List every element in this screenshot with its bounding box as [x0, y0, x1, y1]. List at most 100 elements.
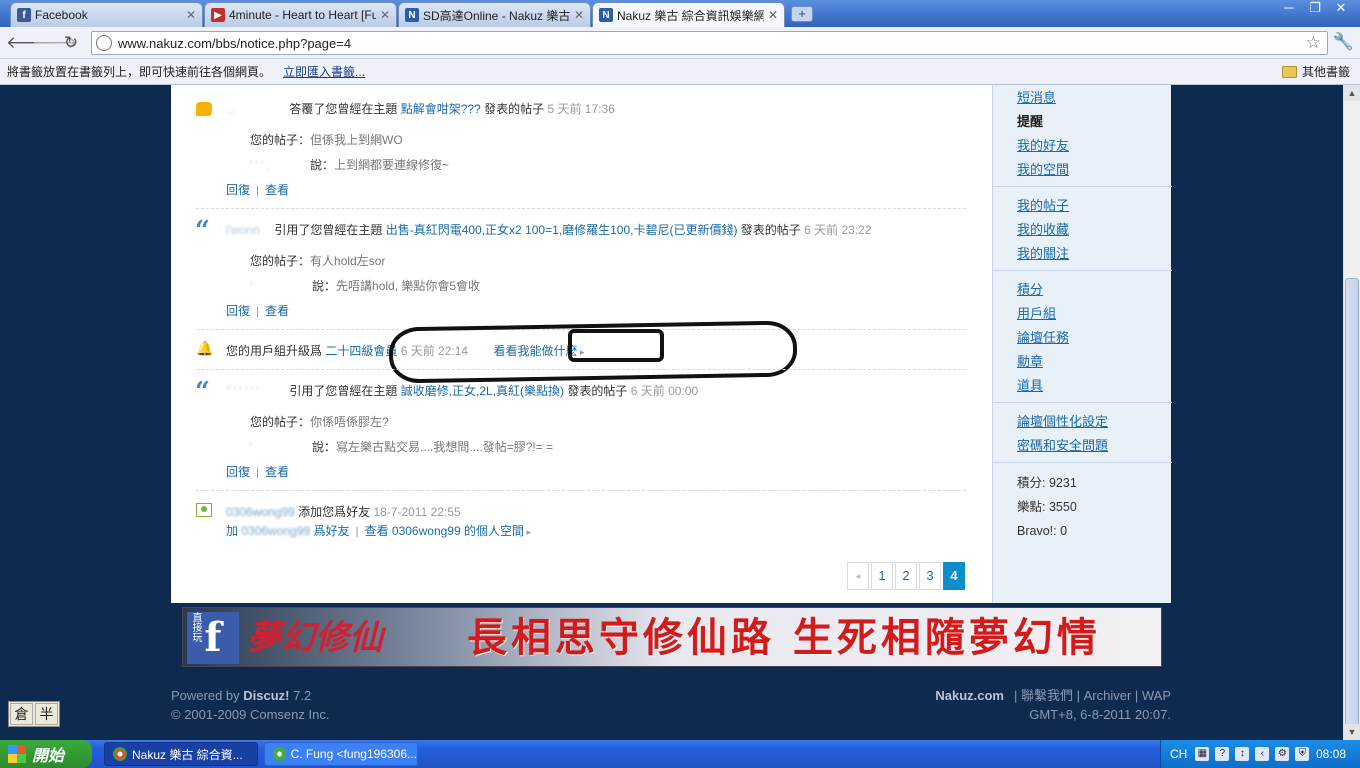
- stat-label: Bravo!: [1017, 524, 1054, 538]
- tray-expand-icon[interactable]: ‹: [1255, 747, 1270, 761]
- sidebar-item-tasks[interactable]: 論壇任務: [1017, 330, 1069, 345]
- sidebar-item-notices-active[interactable]: 提醒: [1017, 110, 1069, 134]
- back-icon[interactable]: 🡐: [6, 32, 52, 54]
- scrollbar[interactable]: ▲ ▼: [1343, 85, 1360, 740]
- url-input[interactable]: [118, 35, 1306, 51]
- notice-user[interactable]: '' ' ' ' ' ': [226, 384, 286, 398]
- taskbar: 開始 Nakuz 樂古 綜合資... C. Fung <fung196306..…: [0, 740, 1360, 768]
- add-friend-user[interactable]: 0306wong99: [241, 524, 310, 538]
- sidebar-item-following[interactable]: 我的關注: [1017, 246, 1069, 261]
- start-button[interactable]: 開始: [0, 740, 92, 768]
- sidebar-item-messages[interactable]: 短消息: [1017, 90, 1056, 105]
- system-tray: CH ▦ ? ↕ ‹ ⚙ ⛨ 08:08: [1160, 740, 1360, 768]
- page-2[interactable]: 2: [895, 562, 917, 590]
- tab-nakuz[interactable]: N Nakuz 樂古 綜合資訊娛樂網 ✕: [592, 2, 785, 27]
- network-icon[interactable]: ↕: [1235, 747, 1250, 761]
- scroll-up-icon[interactable]: ▲: [1344, 85, 1360, 101]
- notice-said: ' ' ' . 說：上到網都要連線修復~: [250, 156, 449, 173]
- close-icon[interactable]: ✕: [574, 8, 584, 22]
- notice-actions: 回復 | 查看: [226, 465, 290, 479]
- minimize-icon[interactable]: ─: [1276, 0, 1302, 18]
- notice-header: ... 答覆了您曾經在主題 點解會咁架??? 發表的帖子 5 天前 17:36: [226, 100, 615, 117]
- user-group-link[interactable]: 二十四級會員: [325, 344, 397, 358]
- powered-prefix: Powered by: [171, 688, 240, 703]
- close-icon[interactable]: ✕: [380, 8, 390, 22]
- page-4-current[interactable]: 4: [943, 562, 965, 590]
- taskbar-item-messenger[interactable]: C. Fung <fung196306...: [264, 742, 418, 766]
- reply-link[interactable]: 回復: [226, 465, 250, 479]
- taskbar-item-chrome[interactable]: Nakuz 樂古 綜合資...: [104, 742, 258, 766]
- ad-banner[interactable]: f 直接玩 夢幻修仙 長相思守修仙路 生死相隨夢幻情: [182, 607, 1162, 667]
- sidebar-item-friends[interactable]: 我的好友: [1017, 138, 1069, 153]
- notice-topic-link[interactable]: 誠收磨修,正女,2L,真紅(樂點換): [401, 384, 564, 398]
- scroll-down-icon[interactable]: ▼: [1344, 724, 1360, 740]
- import-bookmarks-link[interactable]: 立即匯入書籤...: [283, 63, 365, 80]
- sidebar-item-space[interactable]: 我的空間: [1017, 162, 1069, 177]
- tab-youtube[interactable]: ▶ 4minute - Heart to Heart [Full HD] ✕: [204, 2, 397, 27]
- address-bar[interactable]: ☆: [91, 31, 1328, 55]
- notice-topic-link[interactable]: 點解會咁架???: [401, 102, 481, 116]
- server-time: GMT+8, 6-8-2011 20:07.: [1029, 707, 1171, 722]
- tab-sd-gundam[interactable]: N SD高達Online - Nakuz 樂古 綜合資訊 ✕: [398, 2, 591, 27]
- tab-facebook[interactable]: f Facebook ✕: [10, 2, 203, 27]
- close-icon[interactable]: ✕: [768, 8, 778, 22]
- ime-width[interactable]: 半: [35, 703, 58, 725]
- wrench-icon[interactable]: 🔧: [1333, 32, 1354, 52]
- reply-link[interactable]: 回復: [226, 183, 250, 197]
- window-controls: ─ ❐ ✕: [1276, 0, 1354, 18]
- said-user[interactable]: ' ' ' .: [250, 158, 310, 172]
- scroll-thumb[interactable]: [1345, 278, 1359, 726]
- view-link[interactable]: 查看: [265, 183, 289, 197]
- page-1[interactable]: 1: [871, 562, 893, 590]
- view-link[interactable]: 查看: [265, 304, 289, 318]
- notice-time: 5 天前 17:36: [547, 102, 615, 116]
- stat-label: 積分: [1017, 476, 1043, 490]
- reload-icon[interactable]: ↻: [60, 32, 82, 54]
- folder-icon: [1281, 65, 1297, 78]
- forward-icon[interactable]: 🡒: [32, 32, 78, 54]
- sidebar-item-security[interactable]: 密碼和安全問題: [1017, 438, 1108, 453]
- sidebar-item-favorites[interactable]: 我的收藏: [1017, 222, 1069, 237]
- language-indicator[interactable]: CH: [1170, 747, 1187, 761]
- sidebar-item-user-group[interactable]: 用戶組: [1017, 306, 1056, 321]
- maximize-icon[interactable]: ❐: [1302, 0, 1328, 18]
- close-window-icon[interactable]: ✕: [1328, 0, 1354, 18]
- bookmark-star-icon[interactable]: ☆: [1306, 33, 1321, 53]
- notice-time: 18-7-2011 22:55: [373, 505, 461, 519]
- sidebar-item-my-posts[interactable]: 我的帖子: [1017, 198, 1069, 213]
- said-user[interactable]: ': [250, 440, 312, 454]
- tab-title: SD高達Online - Nakuz 樂古 綜合資訊: [423, 8, 570, 23]
- sidebar-item-credits[interactable]: 積分: [1017, 282, 1043, 297]
- keyboard-icon[interactable]: ▦: [1195, 747, 1210, 761]
- discuz-link[interactable]: Discuz!: [243, 688, 289, 703]
- site-link[interactable]: Nakuz.com: [935, 688, 1004, 703]
- messenger-icon: [273, 747, 286, 761]
- said-user[interactable]: ': [250, 279, 312, 293]
- powered-by: Powered by Discuz! 7.2: [171, 686, 329, 705]
- view-space-link[interactable]: 查看 0306wong99 的個人空間: [365, 524, 524, 538]
- ime-mode[interactable]: 倉: [10, 703, 33, 725]
- notice-actions: 加 0306wong99 爲好友 | 查看 0306wong99 的個人空間 ▸: [226, 524, 532, 538]
- notice-user[interactable]: ...: [226, 102, 286, 116]
- safely-remove-icon[interactable]: ⚙: [1275, 747, 1290, 761]
- ime-indicator[interactable]: 倉 半: [8, 701, 60, 727]
- sidebar-item-personalize[interactable]: 論壇個性化設定: [1017, 414, 1108, 429]
- add-friend-link[interactable]: 爲好友: [313, 524, 349, 538]
- notice-user[interactable]: i'wonn: [226, 223, 271, 237]
- sidebar-item-items[interactable]: 道具: [1017, 378, 1043, 393]
- notice-user[interactable]: 0306wong99: [226, 505, 295, 519]
- page-3[interactable]: 3: [919, 562, 941, 590]
- youtube-icon: ▶: [211, 8, 225, 22]
- other-bookmarks[interactable]: 其他書籤: [1281, 63, 1350, 80]
- prev-page-button[interactable]: ◂: [847, 562, 869, 590]
- help-icon[interactable]: ?: [1215, 747, 1230, 761]
- new-tab-button[interactable]: +: [791, 6, 813, 22]
- close-icon[interactable]: ✕: [186, 8, 196, 22]
- notice-topic-link[interactable]: 出售-真紅閃電400,正女x2 100=1,磨修羅生100,卡碧尼(已更新價錢): [386, 223, 738, 237]
- reply-link[interactable]: 回復: [226, 304, 250, 318]
- footer-links[interactable]: | 聯繫我們 | Archiver | WAP: [1014, 688, 1171, 703]
- add-friend-prefix[interactable]: 加: [226, 524, 238, 538]
- security-shield-icon[interactable]: ⛨: [1295, 747, 1310, 761]
- view-link[interactable]: 查看: [265, 465, 289, 479]
- sidebar-item-medals[interactable]: 勳章: [1017, 354, 1043, 369]
